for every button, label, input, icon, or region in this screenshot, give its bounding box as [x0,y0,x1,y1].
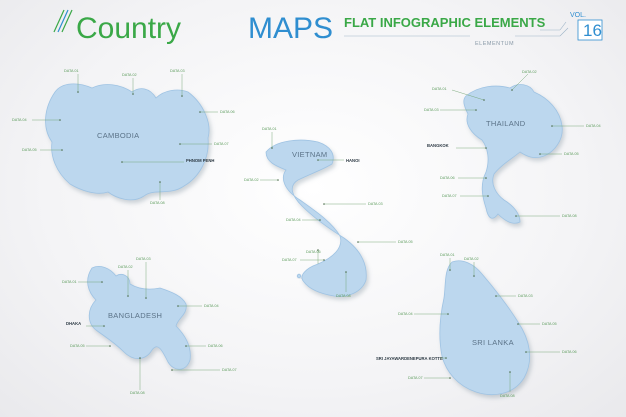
thailand-capital: BANGKOK [427,143,449,148]
srilanka-callout-5: DATA 05 [542,322,557,326]
srilanka-capital: SRI JAYAWARDENEPURA KOTTE [376,356,443,361]
srilanka-callout-1: DATA 01 [440,253,455,257]
map-cambodia: CAMBODIA PHNOM PENH DATA 01 DATA 02 DATA… [12,69,235,205]
thailand-callout-6: DATA 06 [440,176,455,180]
srilanka-callout-2: DATA 02 [464,257,479,261]
vietnam-callout-1: DATA 01 [262,127,277,131]
bangladesh-name: BANGLADESH [108,311,162,320]
srilanka-callout-7: DATA 07 [408,376,423,380]
srilanka-name: SRI LANKA [472,338,514,347]
vietnam-capital: HANOI [346,158,360,163]
cambodia-callout-6: DATA 06 [220,110,235,114]
brand-label: ELEMENTUM [475,41,514,47]
infographic-canvas: Country MAPS FLAT INFOGRAPHIC ELEMENTS E… [12,9,603,398]
srilanka-shape [439,260,531,395]
cambodia-callout-1: DATA 01 [64,69,79,73]
bangladesh-callout-5: DATA 05 [70,344,85,348]
srilanka-callout-3: DATA 03 [518,294,533,298]
map-bangladesh: BANGLADESH DHAKA DATA 01 DATA 02 DATA 03… [62,257,237,395]
srilanka-callout-6: DATA 06 [562,350,577,354]
thailand-callout-5: DATA 05 [564,152,579,156]
vietnam-callout-7: DATA 07 [282,258,297,262]
vol-number: 16 [583,21,602,40]
cambodia-shape [45,83,210,201]
cambodia-capital: PHNOM PENH [186,158,214,163]
map-vietnam: VIETNAM HANOI DATA 01 DATA 02 DATA 03 DA… [244,127,413,298]
header-diagonal-lines [53,9,73,33]
bangladesh-callout-3: DATA 03 [136,257,151,261]
title-country: Country [76,12,181,45]
vietnam-callout-8: DATA 08 [336,294,351,298]
thailand-name: THAILAND [486,119,526,128]
cambodia-callout-4: DATA 04 [12,118,27,122]
bangladesh-callout-1: DATA 01 [62,280,77,284]
bangladesh-callout-8: DATA 08 [130,391,145,395]
bangladesh-capital: DHAKA [66,321,81,326]
title-maps: MAPS [248,12,333,45]
subtitle: FLAT INFOGRAPHIC ELEMENTS [344,15,546,30]
vietnam-callout-6: DATA 06 [306,250,321,254]
srilanka-callout-8: DATA 08 [500,394,515,398]
vietnam-shape [265,139,367,297]
vietnam-name: VIETNAM [292,150,327,159]
vietnam-callout-3: DATA 03 [368,202,383,206]
header: Country MAPS FLAT INFOGRAPHIC ELEMENTS E… [53,9,603,47]
cambodia-callout-5: DATA 05 [22,148,37,152]
thailand-callout-1: DATA 01 [432,87,447,91]
thailand-callout-3: DATA 03 [424,108,439,112]
bangladesh-callout-4: DATA 04 [204,304,219,308]
bangladesh-callout-2: DATA 02 [118,265,133,269]
map-srilanka: SRI LANKA SRI JAYAWARDENEPURA KOTTE DATA… [376,253,577,398]
thailand-callout-2: DATA 02 [522,70,537,74]
cambodia-callout-8: DATA 08 [150,201,165,205]
bangladesh-callout-6: DATA 06 [208,344,223,348]
vietnam-callout-5: DATA 05 [398,240,413,244]
cambodia-callout-7: DATA 07 [214,142,229,146]
thailand-callout-4: DATA 04 [586,124,601,128]
map-thailand: THAILAND BANGKOK DATA 01 DATA 02 DATA 03… [424,70,601,224]
vol-label: VOL. [570,12,586,19]
vietnam-callout-4: DATA 04 [286,218,301,222]
cambodia-callout-3: DATA 03 [170,69,185,73]
cambodia-name: CAMBODIA [97,131,139,140]
vietnam-island [296,273,302,279]
cambodia-callout-2: DATA 02 [122,73,137,77]
bangladesh-callout-7: DATA 07 [222,368,237,372]
thailand-callout-8: DATA 08 [562,214,577,218]
thailand-callout-7: DATA 07 [442,194,457,198]
vietnam-callout-2: DATA 02 [244,178,259,182]
srilanka-callout-4: DATA 04 [398,312,413,316]
